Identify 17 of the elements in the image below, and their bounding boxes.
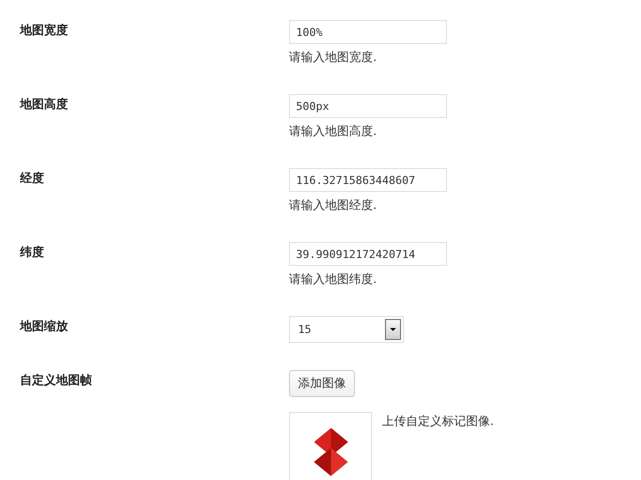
field-description: 请输入地图纬度. xyxy=(289,271,377,288)
field-description: 请输入地图经度. xyxy=(289,197,377,214)
field-description: 上传自定义标记图像. xyxy=(382,413,494,430)
setting-label: 经度 xyxy=(20,170,45,187)
text-field[interactable]: 39.990912172420714 xyxy=(289,242,447,266)
setting-label: 地图宽度 xyxy=(20,22,69,39)
zoom-dropdown[interactable]: 15 xyxy=(289,316,404,343)
text-field[interactable]: 500px xyxy=(289,94,447,118)
text-field[interactable]: 100% xyxy=(289,20,447,44)
setting-label: 地图高度 xyxy=(20,96,69,113)
field-description: 请输入地图宽度. xyxy=(289,49,377,66)
setting-label: 自定义地图帧 xyxy=(20,372,93,389)
field-description: 请输入地图高度. xyxy=(289,123,377,140)
add-image-button[interactable]: 添加图像 xyxy=(289,370,355,397)
setting-label: 地图缩放 xyxy=(20,318,69,335)
text-field[interactable]: 116.32715863448607 xyxy=(289,168,447,192)
setting-label: 纬度 xyxy=(20,244,45,261)
